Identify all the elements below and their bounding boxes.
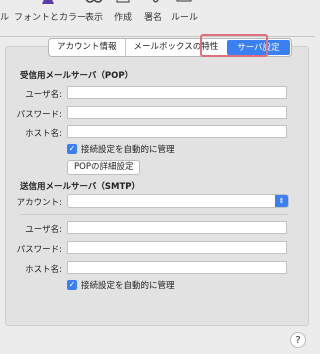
fonts-colors-icon <box>42 0 54 4</box>
incoming-password-label: パスワード: <box>16 110 62 120</box>
section-divider <box>20 214 288 215</box>
outgoing-account-select[interactable]: ⇕ <box>67 194 289 208</box>
outgoing-host-input[interactable] <box>67 261 287 274</box>
highlight-annotation <box>200 34 268 57</box>
toolbar-item-compose[interactable]: 作成 <box>113 0 133 36</box>
tab-account-info[interactable]: アカウント情報 <box>49 39 125 56</box>
outgoing-password-label: パスワード: <box>16 245 62 255</box>
outgoing-server-title: 送信用メールサーバ（SMTP） <box>20 182 141 192</box>
outgoing-auto-manage-checkbox[interactable]: ✓ <box>67 280 77 290</box>
toolbar-item-fonts-colors[interactable]: フォントとカラー <box>14 0 86 36</box>
incoming-host-input[interactable] <box>67 125 287 138</box>
incoming-server-title: 受信用メールサーバ（POP） <box>20 71 134 81</box>
toolbar-label: 表示 <box>85 13 104 23</box>
pop-details-button[interactable]: POPの詳細設定 <box>67 160 141 175</box>
incoming-auto-manage-checkbox[interactable]: ✓ <box>67 144 77 154</box>
toolbar-label: ルール <box>171 13 199 23</box>
help-button[interactable]: ? <box>290 332 306 348</box>
rules-icon <box>176 0 192 2</box>
toolbar-label: 署名 <box>144 13 163 23</box>
toolbar-label: ル <box>0 13 10 23</box>
toolbar-label: フォントとカラー <box>14 13 87 23</box>
toolbar-label: 作成 <box>114 13 133 23</box>
incoming-auto-manage-label: 接続設定を自動的に管理 <box>81 145 175 155</box>
outgoing-auto-manage-label: 接続設定を自動的に管理 <box>81 281 175 291</box>
incoming-username-label: ユーザ名: <box>25 90 62 100</box>
incoming-password-input[interactable] <box>67 106 287 119</box>
preferences-toolbar: ル フォントとカラー 表示 作成 署名 ルール <box>0 0 315 37</box>
outgoing-account-label: アカウント: <box>16 198 62 208</box>
signature-icon <box>146 0 159 3</box>
glasses-icon <box>85 0 103 3</box>
toolbar-item-signatures[interactable]: 署名 <box>143 0 163 36</box>
toolbar-item-view[interactable]: 表示 <box>84 0 104 36</box>
incoming-username-input[interactable] <box>67 86 287 99</box>
toolbar-item-rules[interactable]: ルール <box>169 0 199 36</box>
incoming-host-label: ホスト名: <box>25 129 62 139</box>
select-arrows-icon: ⇕ <box>275 195 288 207</box>
outgoing-host-label: ホスト名: <box>25 265 62 275</box>
outgoing-username-input[interactable] <box>67 221 287 234</box>
outgoing-password-input[interactable] <box>67 241 287 254</box>
compose-icon <box>116 0 130 3</box>
outgoing-username-label: ユーザ名: <box>25 225 62 235</box>
